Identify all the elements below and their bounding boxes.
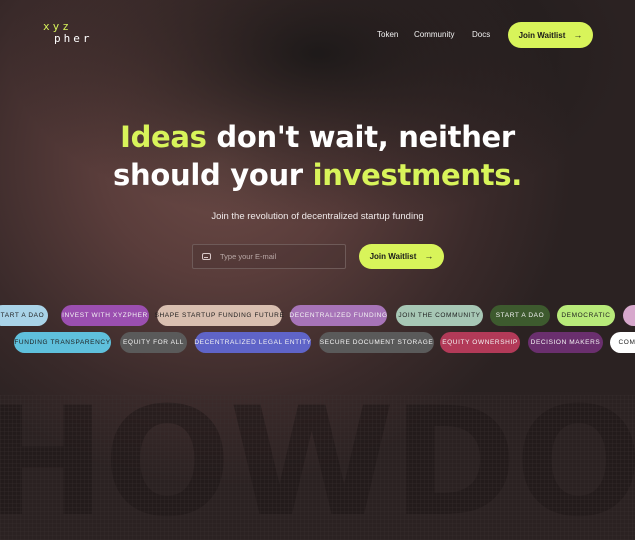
brand-logo[interactable]: xyz pher bbox=[43, 21, 93, 44]
header-join-waitlist-label: Join Waitlist bbox=[518, 30, 566, 40]
mail-icon bbox=[202, 253, 211, 260]
hero-subline: Join the revolution of decentralized sta… bbox=[211, 211, 424, 222]
hero-join-waitlist-button[interactable]: Join Waitlist → bbox=[359, 244, 444, 269]
headline-highlight-investments: investments. bbox=[312, 158, 523, 192]
tag-pill: START A DAO bbox=[490, 305, 550, 326]
tag-pill: EQUITY OWNERSHIP bbox=[440, 332, 520, 353]
tag-pill: DECENTRALIZED FUNDING bbox=[289, 305, 387, 326]
section-watermark: HOWDOES bbox=[0, 376, 635, 540]
tag-pill: EQUITY FOR ALL bbox=[120, 332, 187, 353]
tag-pill: DECENTRALIZED LEGAL ENTITY bbox=[194, 332, 311, 353]
landing-page: xyz pher Token Community Docs Join Waitl… bbox=[0, 0, 635, 540]
arrow-right-icon: → bbox=[573, 29, 583, 40]
tag-pill: DECISION MAKERS bbox=[528, 332, 603, 353]
email-field-wrapper[interactable] bbox=[192, 244, 346, 269]
tag-pill: INVEST WITH XYZPHER bbox=[61, 305, 149, 326]
tag-pill: START A DAO bbox=[0, 305, 48, 326]
tag-pill: G bbox=[623, 305, 635, 326]
nav-token-link[interactable]: Token bbox=[377, 30, 398, 39]
email-input[interactable] bbox=[220, 252, 340, 261]
brand-logo-line2: pher bbox=[54, 32, 93, 45]
hero-headline: Ideas don't wait, neither should your in… bbox=[0, 118, 635, 194]
nav-community-link[interactable]: Community bbox=[414, 30, 454, 39]
brand-logo-line1: xyz bbox=[43, 20, 72, 33]
headline-text-2: should your bbox=[113, 158, 313, 192]
tag-pill: JOIN THE COMMUNITY bbox=[396, 305, 483, 326]
header-join-waitlist-button[interactable]: Join Waitlist → bbox=[508, 22, 593, 48]
hero-join-waitlist-label: Join Waitlist bbox=[369, 252, 417, 261]
nav-docs-link[interactable]: Docs bbox=[472, 30, 490, 39]
headline-highlight-ideas: Ideas bbox=[120, 120, 207, 154]
tag-pill: COMM bbox=[610, 332, 635, 353]
tag-pill: FUNDING TRANSPARENCY bbox=[14, 332, 111, 353]
headline-text-1: don't wait, neither bbox=[206, 120, 515, 154]
arrow-right-icon: → bbox=[424, 251, 434, 261]
tag-pill: DEMOCRATIC bbox=[557, 305, 615, 326]
tag-pill: SHAPE STARTUP FUNDING FUTURE bbox=[155, 305, 284, 326]
tag-pill: SECURE DOCUMENT STORAGE bbox=[319, 332, 434, 353]
